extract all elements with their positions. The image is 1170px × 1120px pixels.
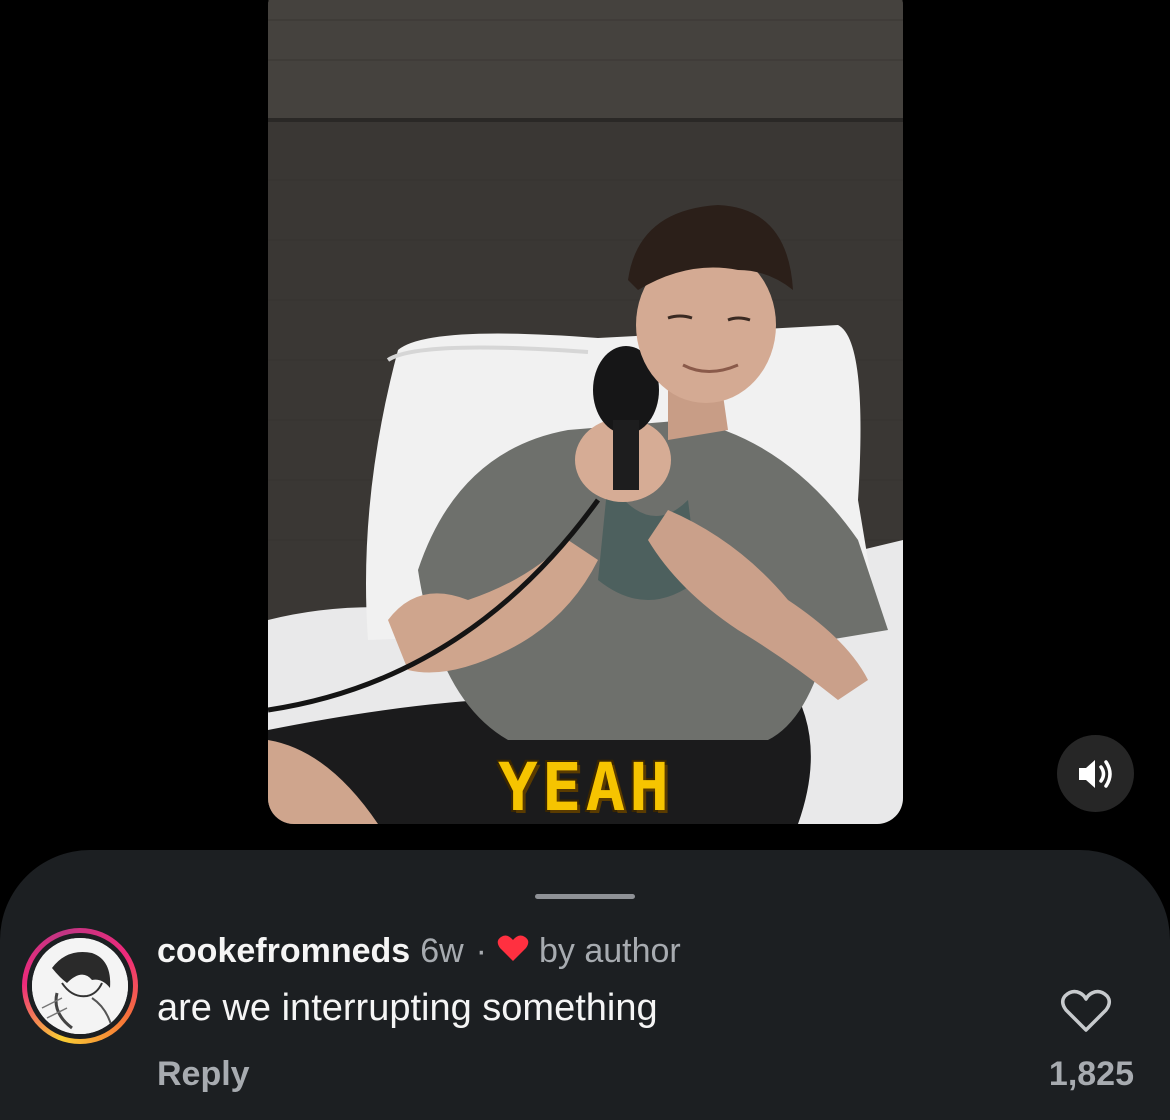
sound-toggle-button[interactable]	[1057, 735, 1134, 812]
video-player[interactable]: YEAH	[268, 0, 903, 824]
comment-username[interactable]: cookefromneds	[157, 932, 410, 971]
heart-filled-icon	[497, 932, 529, 971]
video-caption: YEAH	[498, 749, 673, 824]
reply-button[interactable]: Reply	[157, 1055, 250, 1094]
avatar[interactable]	[32, 938, 128, 1034]
comment-age: 6w	[420, 931, 464, 970]
story-ring[interactable]	[22, 928, 138, 1044]
meta-separator: ·	[475, 931, 487, 970]
screen: YEAH cookefromneds 6w · by author are we…	[0, 0, 1170, 1120]
comments-sheet: cookefromneds 6w · by author are we inte…	[0, 850, 1170, 1120]
like-button[interactable]	[1060, 988, 1112, 1034]
liked-by-author-label: by author	[538, 931, 681, 970]
heart-outline-icon	[1061, 989, 1111, 1032]
comment-meta: cookefromneds 6w · by author	[157, 929, 681, 973]
comment-text: are we interrupting something	[157, 987, 658, 1029]
avatar-image	[32, 938, 128, 1034]
like-count: 1,825	[1048, 1055, 1134, 1093]
video-frame	[268, 0, 903, 824]
sheet-drag-handle[interactable]	[535, 894, 635, 899]
speaker-on-icon	[1078, 759, 1112, 788]
